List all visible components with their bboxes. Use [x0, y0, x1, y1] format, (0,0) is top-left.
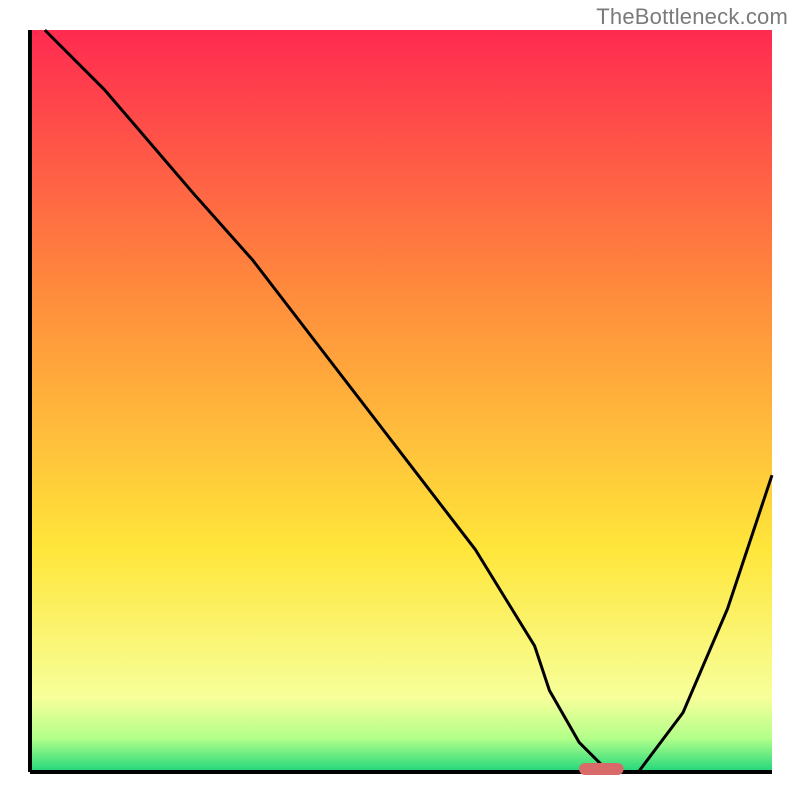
optimal-range-marker	[579, 763, 624, 775]
bottleneck-chart-svg	[0, 0, 800, 800]
chart-container: TheBottleneck.com	[0, 0, 800, 800]
watermark-text: TheBottleneck.com	[596, 4, 788, 30]
plot-background	[30, 30, 772, 772]
